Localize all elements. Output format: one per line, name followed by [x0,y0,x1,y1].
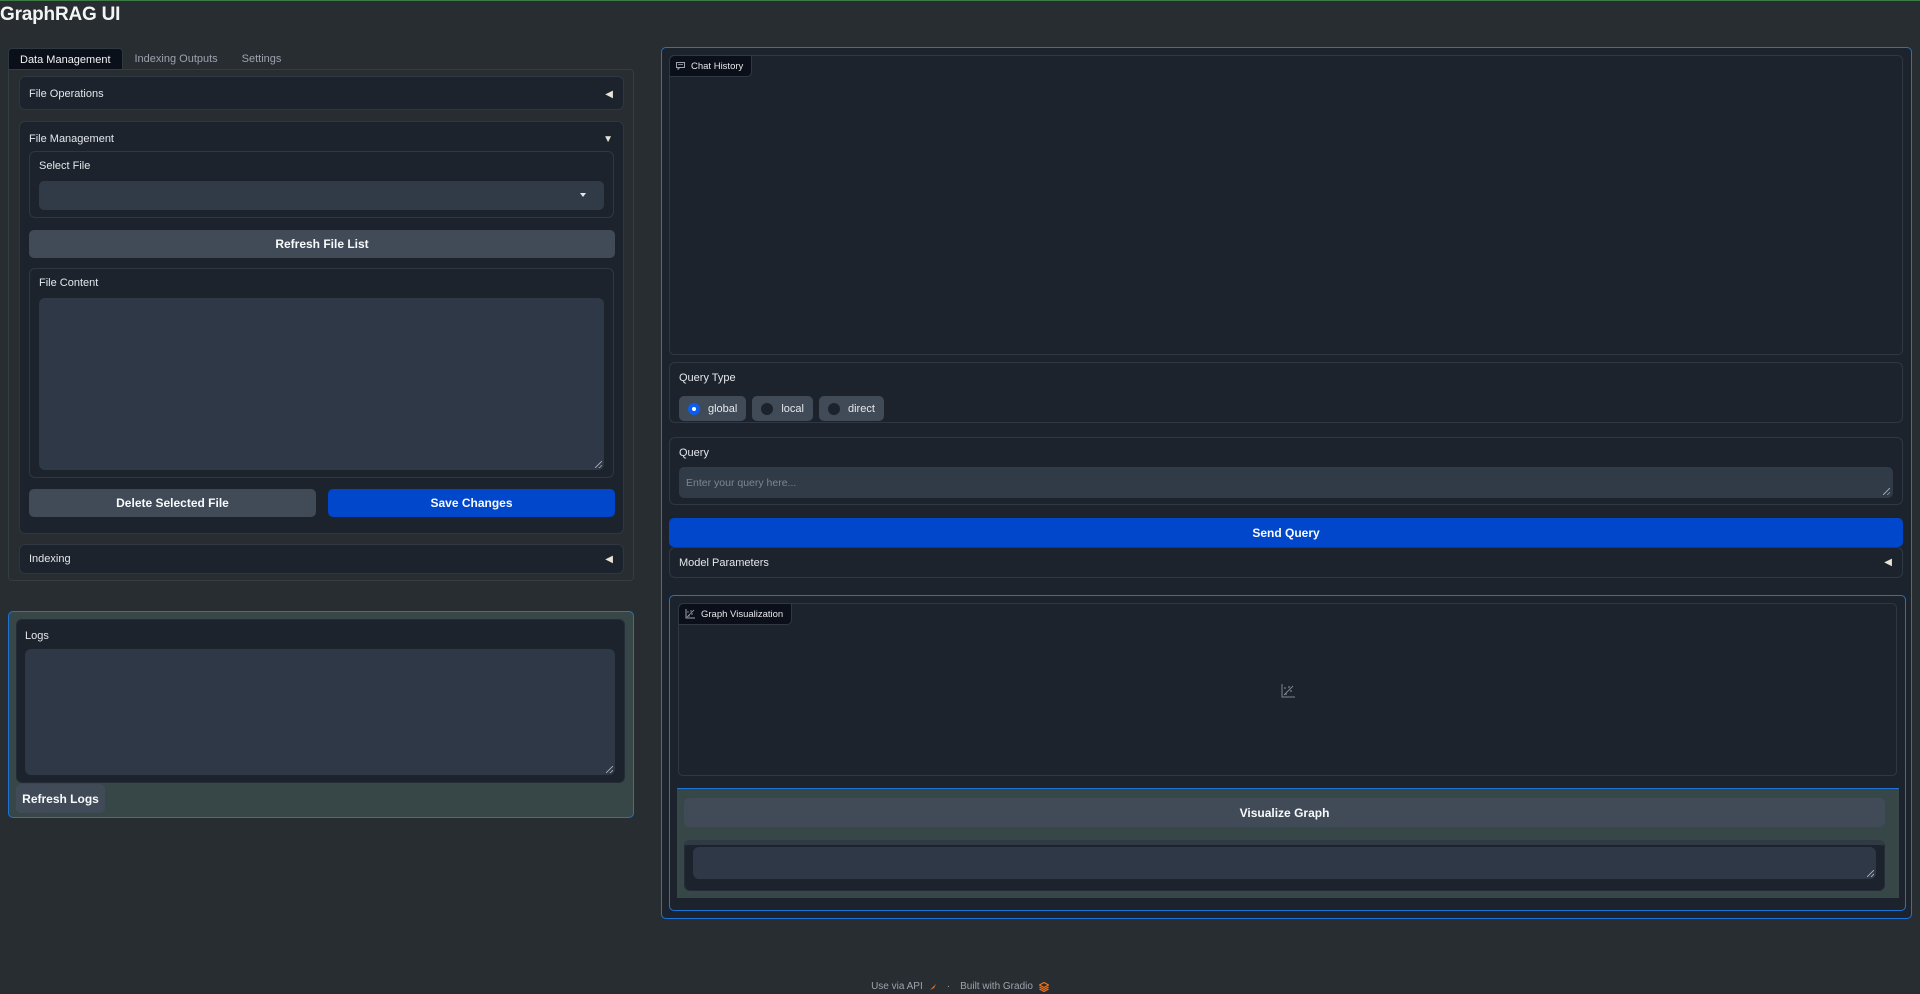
collapsed-triangle-icon: ◀ [605,88,613,100]
refresh-file-list-button[interactable]: Refresh File List [29,230,615,258]
select-file-block: Select File [29,151,614,218]
tab-data-management[interactable]: Data Management [8,48,123,70]
radio-global[interactable]: global [679,396,747,421]
graph-visualization-title: Graph Visualization [701,608,784,620]
radio-local-label: local [781,402,804,415]
file-operations-label: File Operations [29,88,104,100]
model-parameters-header[interactable]: Model Parameters ◀ [670,548,1902,577]
radio-unchecked-icon [761,402,774,415]
rocket-icon [929,983,936,990]
model-parameters-accordion[interactable]: Model Parameters ◀ [669,547,1903,578]
file-management-accordion: File Management ▼ Select File Refresh Fi… [19,121,624,534]
footer-separator: · [946,981,951,992]
delete-selected-file-button[interactable]: Delete Selected File [29,489,316,517]
logs-label: Logs [25,630,49,642]
query-input[interactable] [679,467,1893,498]
chat-history-label: Chat History [670,56,753,77]
built-with-gradio-link[interactable]: Built with Gradio [960,981,1033,992]
tab-settings[interactable]: Settings [230,48,294,70]
use-via-api-link[interactable]: Use via API [871,981,923,992]
resize-handle-icon[interactable] [595,461,602,468]
graph-output-block [684,840,1885,891]
query-type-radio-group: global local direct [679,396,884,421]
graph-output-textarea[interactable] [693,847,1876,879]
file-content-block: File Content [29,268,614,478]
send-query-button[interactable]: Send Query [669,518,1903,547]
query-type-label: Query Type [679,372,736,384]
graph-visualization-label: Graph Visualization [679,604,793,625]
resize-handle-icon[interactable] [1883,488,1890,495]
select-file-dropdown[interactable] [39,181,604,210]
app-title: GraphRAG UI [0,4,121,25]
radio-direct-label: direct [847,402,875,415]
chat-history: Chat History [669,55,1903,355]
file-operations-header[interactable]: File Operations ◀ [20,77,623,111]
select-file-label: Select File [39,160,91,172]
query-block: Query [669,437,1903,505]
model-parameters-label: Model Parameters [679,556,769,569]
expanded-triangle-icon: ▼ [603,133,613,145]
dropdown-caret-icon [580,193,586,197]
collapsed-triangle-icon: ◀ [1884,557,1892,568]
logs-block: Logs [16,619,625,783]
chat-history-title: Chat History [691,60,744,72]
indexing-accordion[interactable]: Indexing ◀ [19,544,624,574]
indexing-header[interactable]: Indexing ◀ [20,545,623,573]
query-label: Query [679,447,709,459]
data-management-panel: File Operations ◀ File Management ▼ Sele… [8,69,634,581]
main-tabs: Data Management Indexing Outputs Setting… [8,48,634,581]
indexing-label: Indexing [29,553,71,565]
query-type-block: Query Type global local direct [669,362,1903,423]
resize-handle-icon[interactable] [1867,870,1874,877]
chat-bubble-icon [676,62,685,70]
visualize-graph-button[interactable]: Visualize Graph [684,798,1885,827]
tab-indexing-outputs[interactable]: Indexing Outputs [123,48,230,70]
save-changes-button[interactable]: Save Changes [328,489,615,517]
gradio-logo-icon [1038,981,1049,992]
radio-local[interactable]: local [752,396,813,421]
logs-group: Logs Refresh Logs [8,611,634,818]
empty-plot-icon [1281,684,1295,698]
scatter-plot-icon [685,609,695,619]
refresh-logs-button[interactable]: Refresh Logs [16,784,105,813]
radio-direct[interactable]: direct [818,396,884,421]
tab-bar: Data Management Indexing Outputs Setting… [8,48,634,70]
resize-handle-icon[interactable] [606,766,613,773]
file-operations-accordion[interactable]: File Operations ◀ [19,76,624,110]
logs-textarea[interactable] [25,649,615,775]
file-content-label: File Content [39,277,99,289]
file-content-textarea[interactable] [39,298,604,470]
chat-column: Chat History Query Type global local dir… [661,47,1912,919]
radio-global-label: global [708,402,738,415]
graph-plot: Graph Visualization [678,603,1897,776]
file-management-label: File Management [29,133,114,145]
collapsed-triangle-icon: ◀ [605,553,613,565]
graph-visualization-group: Graph Visualization Visualize Graph [669,595,1906,911]
footer: Use via API · Built with Gradio [0,981,1920,992]
visualize-graph-group: Visualize Graph [677,788,1899,898]
radio-unchecked-icon [827,402,840,415]
radio-checked-icon [688,402,700,415]
